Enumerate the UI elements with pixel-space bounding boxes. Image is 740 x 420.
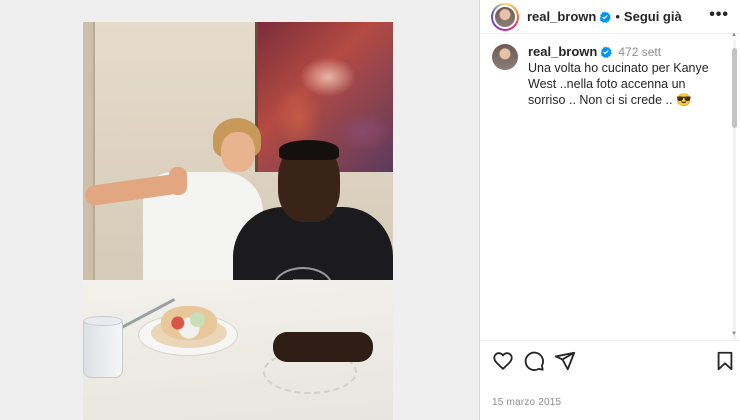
media-pane: [0, 0, 479, 420]
post-photo[interactable]: [83, 22, 393, 420]
caption-timestamp[interactable]: 472 sett: [618, 45, 661, 59]
photo-man-hair: [279, 140, 339, 160]
photo-glass: [83, 320, 123, 378]
caption-body: real_brown 472 sett Una volta ho cucinat…: [528, 44, 720, 108]
bookmark-icon[interactable]: [714, 350, 736, 372]
verified-badge-icon: [599, 11, 612, 23]
more-horizontal-icon[interactable]: •••: [709, 6, 729, 24]
caption-block: real_brown 472 sett Una volta ho cucinat…: [480, 36, 730, 108]
photo-glass-rim: [83, 316, 123, 326]
caption-text: Una volta ho cucinato per Kanye West ..n…: [528, 61, 709, 107]
photo-door: [83, 22, 95, 322]
comments-scrollbar[interactable]: ▲ ▼: [731, 32, 738, 340]
author-avatar[interactable]: [493, 4, 517, 29]
post-date[interactable]: 15 marzo 2015: [492, 397, 561, 408]
actions-divider: [480, 340, 740, 341]
scroll-down-icon[interactable]: ▼: [731, 331, 737, 337]
photo-woman-face: [221, 132, 255, 172]
photo-food: [161, 306, 217, 340]
scroll-up-icon[interactable]: ▲: [731, 32, 737, 38]
following-button[interactable]: Segui già: [624, 9, 682, 24]
scroll-thumb[interactable]: [732, 48, 737, 128]
caption-header: real_brown 472 sett: [528, 44, 720, 59]
author-username[interactable]: real_brown: [527, 9, 596, 24]
photo-man-arm: [273, 332, 373, 362]
post-header: real_brown • Segui già •••: [480, 0, 740, 34]
comment-icon[interactable]: [523, 350, 545, 372]
post-side-panel: real_brown • Segui già ••• real_brown 47…: [479, 0, 740, 420]
send-icon[interactable]: [554, 350, 576, 372]
verified-badge-icon: [600, 46, 613, 58]
photo-woman-hand: [169, 167, 187, 195]
story-ring[interactable]: [491, 2, 519, 31]
caption-username[interactable]: real_brown: [528, 44, 597, 59]
caption-avatar[interactable]: [492, 44, 518, 70]
header-separator: •: [615, 9, 620, 24]
action-bar: [492, 350, 737, 374]
heart-icon[interactable]: [492, 350, 514, 372]
